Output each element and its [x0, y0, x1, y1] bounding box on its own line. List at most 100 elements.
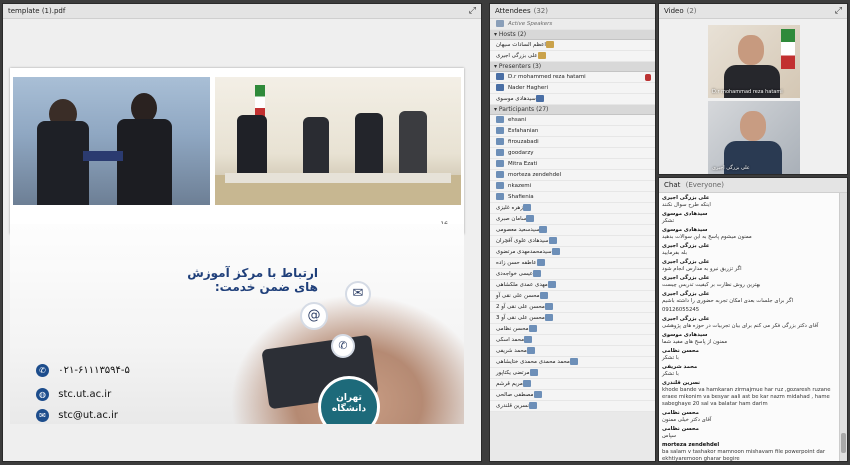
chat-text: آقای دکتر خیلی ممنون [662, 417, 712, 423]
user-icon [529, 369, 538, 376]
participant-row[interactable]: محمد شریفی [490, 346, 655, 357]
hosts-section[interactable]: ▾ Hosts (2) [490, 30, 655, 40]
user-icon [496, 84, 504, 91]
presenters-section[interactable]: ▾ Presenters (3) [490, 62, 655, 72]
active-speakers-row[interactable]: Active Speakers [490, 19, 655, 30]
chat-message: نسرین قلندری khode bande va hamkaran zirm… [662, 380, 836, 408]
participant-row[interactable]: محسن علی نقی آو 3 [490, 313, 655, 324]
participants-label: Participants (27) [498, 106, 549, 113]
participant-name: محسن علی نقی آو 3 [496, 315, 545, 321]
chat-message: سیدهادی موسوی تشکر [662, 211, 836, 225]
participant-name: سامان صبری [496, 216, 527, 222]
user-icon [496, 127, 504, 134]
participant-row[interactable]: firouzabadi [490, 137, 655, 148]
participant-row[interactable]: Esfahanian [490, 126, 655, 137]
participant-row[interactable]: سامان صبری [490, 214, 655, 225]
presenter-row[interactable]: سیدهادی موسوی [490, 94, 655, 105]
chat-message: محمد شریفی با تشکر [662, 364, 836, 378]
presenter-name: Nader Hagheri [508, 85, 549, 91]
presenter-row[interactable]: Nader Hagheri [490, 83, 655, 94]
chat-text: اگر برای جلسات بعدی امکان تجربه حضوری را… [662, 298, 793, 304]
user-icon [496, 193, 504, 200]
participant-row[interactable]: محسن نظامی [490, 324, 655, 335]
participant-name: زهره غلیزی [496, 205, 523, 211]
host-row[interactable]: اعظم السادات سیهان [490, 40, 655, 51]
participant-name: morteza zendehdel [508, 172, 562, 178]
ceremony-photo-right [215, 77, 461, 205]
slide-photos: 16 [10, 68, 464, 234]
chat-sender: سیدهادی موسوی [662, 332, 708, 338]
chat-sender: محمد شریفی [662, 364, 698, 370]
participant-row[interactable]: سیدهادی علوی آقچران [490, 236, 655, 247]
chat-sender: علی بزرگی اجیری [662, 259, 710, 265]
participant-row[interactable]: محسن علی نقی آو 2 [490, 302, 655, 313]
participant-row[interactable]: مریم قرشم [490, 379, 655, 390]
contact-phone-row: ✆ ۰۲۱-۶۱۱۱۳۵۹۴-۵ [36, 364, 130, 378]
participant-name: محسن علی نقی آو 2 [496, 304, 545, 310]
mic-icon[interactable] [645, 74, 651, 81]
video-feed-1: D.r mohammad reza hatami [708, 25, 800, 98]
participant-row[interactable]: مصطفی صالحی [490, 390, 655, 401]
participant-row[interactable]: زهره غلیزی [490, 203, 655, 214]
video-header: Video (2) ⤢ [659, 4, 847, 19]
participant-row[interactable]: morteza zendehdel [490, 170, 655, 181]
participant-row[interactable]: Shafienia [490, 192, 655, 203]
user-icon [528, 325, 537, 332]
chat-scrollbar-thumb[interactable] [841, 433, 846, 453]
globe-icon: ◍ [36, 388, 49, 401]
participant-name: عاطفه حسن زاده [496, 260, 537, 266]
chat-message: محسن نظامی سپاس [662, 426, 836, 440]
chat-message-list[interactable]: علی بزرگی اجیری اینکه طرح سوال نکنند سیدها… [659, 193, 839, 461]
participant-row[interactable]: nkazemi [490, 181, 655, 192]
host-name: علی بزرگی اجیری [496, 53, 538, 59]
user-icon [544, 303, 553, 310]
participant-name: Esfahanian [508, 128, 539, 134]
chat-scrollbar[interactable] [839, 193, 847, 461]
participant-row[interactable]: عاطفه حسن زاده [490, 258, 655, 269]
participant-name: محمد اسکی [496, 337, 525, 343]
email-round-icon: ✉ [36, 409, 49, 422]
chat-sender: محسن نظامی [662, 348, 699, 354]
participant-row[interactable]: سیدسعید معصومی [490, 225, 655, 236]
fullscreen-icon[interactable]: ⤢ [469, 4, 476, 19]
participant-row[interactable]: Mitra Ezati [490, 159, 655, 170]
participant-row[interactable]: محمد اسکی [490, 335, 655, 346]
share-pod-title: template (1).pdf [8, 7, 66, 15]
chat-sender: morteza zendehdel [662, 442, 720, 448]
attendees-count: (32) [533, 7, 548, 15]
fullscreen-icon[interactable]: ⤢ [835, 4, 842, 19]
chat-message: علی بزرگی اجیری بله بفرمایید [662, 243, 836, 257]
participant-name: nkazemi [508, 183, 532, 189]
chat-text: با تشکر [662, 355, 679, 361]
chat-text: آقای دکتر بزرگی فکر می کنم برای بیان تجر… [662, 323, 819, 329]
user-icon [533, 270, 542, 277]
participant-row[interactable]: محسن علی نقی آو [490, 291, 655, 302]
participant-row[interactable]: goodarzy [490, 148, 655, 159]
user-icon [528, 402, 537, 409]
participants-section[interactable]: ▾ Participants (27) [490, 105, 655, 115]
participant-row[interactable]: ehsani [490, 115, 655, 126]
badge-bottom-text: دانشگاه [331, 404, 367, 414]
participant-row[interactable]: سیدمحمدمهدی مرتضوی [490, 247, 655, 258]
chat-message: علی بزرگی اجیری بهترین روش نظارت بر کیفیت… [662, 275, 836, 289]
chat-sender: علی بزرگی اجیری [662, 195, 710, 201]
presenter-row[interactable]: D.r mohammed reza hatami [490, 72, 655, 83]
participant-name: ehsani [508, 117, 527, 123]
chat-scope[interactable]: (Everyone) [686, 181, 724, 189]
chat-sender: علی بزرگی اجیری [662, 316, 710, 322]
hosts-list: اعظم السادات سیهان علی بزرگی اجیری [490, 40, 655, 62]
chat-text: 09126055245 [662, 307, 700, 313]
presenter-name: سیدهادی موسوی [496, 96, 536, 102]
host-row[interactable]: علی بزرگی اجیری [490, 51, 655, 62]
participant-name: مرتضی یکتاپور [496, 370, 530, 376]
participant-row[interactable]: محمد محمدی محمدی ختایشاهی [490, 357, 655, 368]
participant-row[interactable]: مهدی عمدی ملکشاهی [490, 280, 655, 291]
participant-row[interactable]: نسرین قلندری [490, 401, 655, 412]
participant-name: محمد شریفی [496, 348, 527, 354]
participant-row[interactable]: عیسی خواجه‌دی [490, 269, 655, 280]
presenters-label: Presenters (3) [498, 63, 542, 70]
video-feed-2: علی بزرگی اجیری [708, 101, 800, 174]
participant-row[interactable]: مرتضی یکتاپور [490, 368, 655, 379]
user-icon [544, 314, 553, 321]
document-view: 16 ✉ @ ✆ ارتباط با مرکز آموزش های ضمن خد… [3, 19, 481, 461]
